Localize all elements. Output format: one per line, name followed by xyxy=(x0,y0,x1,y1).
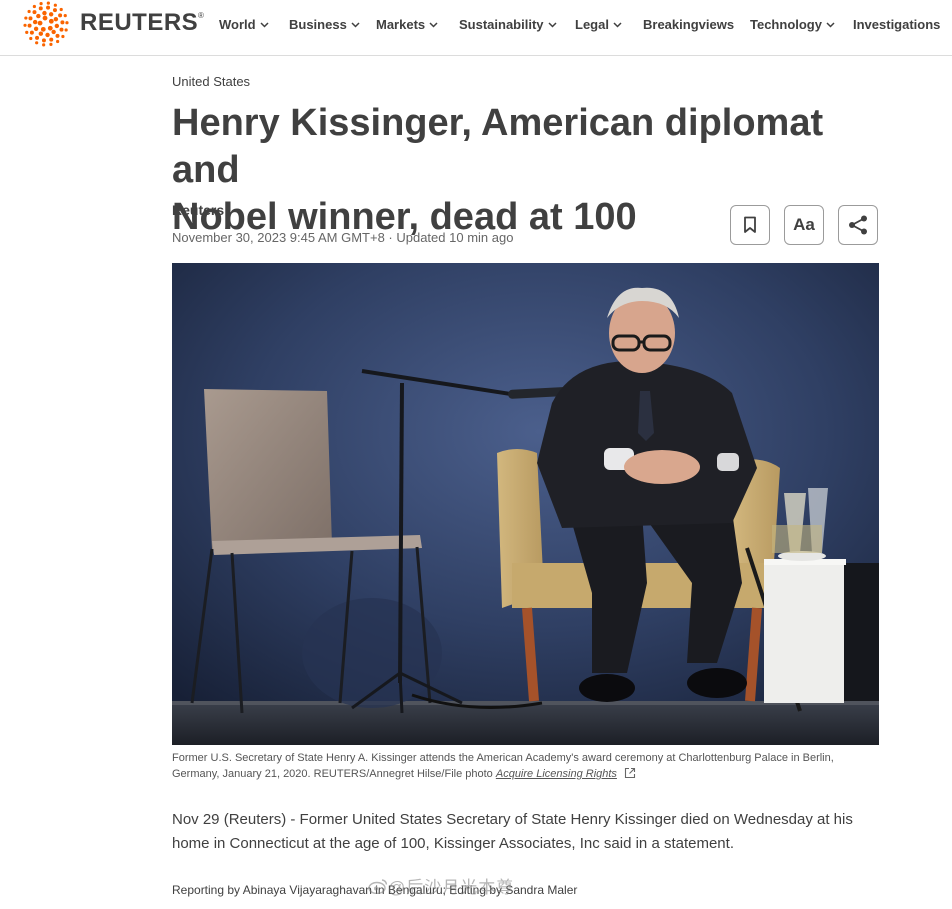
nav-investigations-label: Investigations xyxy=(853,17,941,32)
logo-dot xyxy=(23,23,27,27)
kissinger-photo xyxy=(172,263,879,745)
logo-dot xyxy=(52,8,57,13)
logo-dot xyxy=(32,4,36,9)
caption-line-2: Germany, January 21, 2020. REUTERS/Anneg… xyxy=(172,768,493,780)
brand-name[interactable]: REUTERS xyxy=(80,9,198,37)
share-icon xyxy=(849,215,867,235)
nav-legal-label: Legal xyxy=(575,17,609,32)
nav-sustainability-label: Sustainability xyxy=(459,17,544,32)
logo-dot xyxy=(59,27,64,32)
nav-investigations[interactable]: Investigations xyxy=(853,17,940,32)
logo-dot xyxy=(35,35,40,40)
chevron-down-icon xyxy=(351,21,360,28)
text-size-button[interactable]: Aa xyxy=(784,205,824,245)
caption-line-1: Former U.S. Secretary of State Henry A. … xyxy=(172,752,834,764)
logo-dot xyxy=(39,1,43,6)
nav-legal[interactable]: Legal xyxy=(575,17,622,32)
text-size-label: Aa xyxy=(793,215,815,234)
reuters-logo-icon[interactable] xyxy=(22,0,70,48)
nav-business-label: Business xyxy=(289,17,347,32)
logo-dot xyxy=(35,41,39,45)
logo-dot xyxy=(54,23,60,29)
body-line-1: Nov 29 (Reuters) - Former United States … xyxy=(172,811,853,828)
article-photo[interactable] xyxy=(172,263,879,745)
external-link-icon[interactable] xyxy=(624,767,636,779)
logo-dot xyxy=(29,30,34,35)
logo-dot xyxy=(32,10,37,15)
logo-dot xyxy=(53,16,59,22)
nav-breakingviews-label: Breakingviews xyxy=(643,17,735,32)
weibo-icon xyxy=(368,878,388,894)
headline-line-1: Henry Kissinger, American diplomat and xyxy=(172,102,824,191)
nav-breakingviews[interactable]: Breakingviews xyxy=(643,17,734,32)
logo-dot xyxy=(25,30,29,34)
nav-world-label: World xyxy=(219,17,256,32)
chevron-down-icon xyxy=(613,21,622,28)
logo-dot xyxy=(40,26,46,32)
logo-dot xyxy=(36,13,41,19)
logo-dot xyxy=(42,10,47,16)
logo-dot xyxy=(27,23,32,28)
section-link[interactable]: United States xyxy=(172,74,250,89)
logo-dot xyxy=(64,28,68,32)
logo-dot xyxy=(24,16,28,20)
logo-dot xyxy=(49,42,53,47)
logo-dot xyxy=(63,14,67,18)
logo-dot xyxy=(29,36,33,41)
photo-caption: Former U.S. Secretary of State Henry A. … xyxy=(172,750,872,782)
chevron-down-icon xyxy=(429,21,438,28)
brand-registered-mark: ® xyxy=(198,11,204,20)
logo-dot xyxy=(47,25,53,31)
nav-sustainability[interactable]: Sustainability xyxy=(459,17,557,32)
nav-technology-label: Technology xyxy=(750,17,822,32)
chevron-down-icon xyxy=(826,21,835,28)
nav-markets[interactable]: Markets xyxy=(376,17,438,32)
logo-dot xyxy=(46,1,50,5)
dateline: November 30, 2023 9:45 AM GMT+8 · Update… xyxy=(172,230,514,245)
logo-dot xyxy=(38,6,43,11)
body-line-2: home in Connecticut at the age of 100, K… xyxy=(172,835,734,852)
site-header: REUTERS ® World Business Markets Sustain… xyxy=(0,0,952,56)
chevron-down-icon xyxy=(260,21,269,28)
logo-dot xyxy=(33,26,39,32)
nav-world[interactable]: World xyxy=(219,17,269,32)
logo-dot xyxy=(58,13,63,18)
byline[interactable]: Reuters xyxy=(172,202,224,218)
logo-dot xyxy=(60,20,65,25)
logo-dot xyxy=(49,37,54,42)
logo-dot xyxy=(42,43,46,47)
logo-dot xyxy=(38,31,44,36)
logo-dot xyxy=(59,7,63,12)
logo-dot xyxy=(56,39,60,44)
share-button[interactable] xyxy=(838,205,878,245)
logo-dot xyxy=(46,5,51,10)
nav-business[interactable]: Business xyxy=(289,17,360,32)
logo-dot xyxy=(27,9,31,14)
logo-dot xyxy=(45,32,50,38)
logo-dot xyxy=(65,21,69,25)
logo-dot xyxy=(48,18,54,24)
watermark: @后沙月光本尊 xyxy=(368,873,514,898)
logo-dot xyxy=(51,29,56,35)
bookmark-icon xyxy=(744,216,756,233)
nav-markets-label: Markets xyxy=(376,17,426,32)
nav-technology[interactable]: Technology xyxy=(750,17,835,32)
logo-dot xyxy=(53,3,57,7)
chevron-down-icon xyxy=(548,21,557,28)
bookmark-button[interactable] xyxy=(730,205,770,245)
logo-dot xyxy=(42,15,48,21)
logo-dot xyxy=(32,19,38,25)
article-lead-paragraph: Nov 29 (Reuters) - Former United States … xyxy=(172,808,862,856)
logo-dot xyxy=(37,20,43,26)
logo-dot xyxy=(55,33,60,38)
watermark-text: @后沙月光本尊 xyxy=(388,878,515,897)
logo-dot xyxy=(48,12,54,17)
logo-dot xyxy=(61,34,65,39)
logo-dot xyxy=(28,16,33,21)
licensing-link[interactable]: Acquire Licensing Rights xyxy=(496,768,617,780)
logo-dot xyxy=(41,38,46,43)
